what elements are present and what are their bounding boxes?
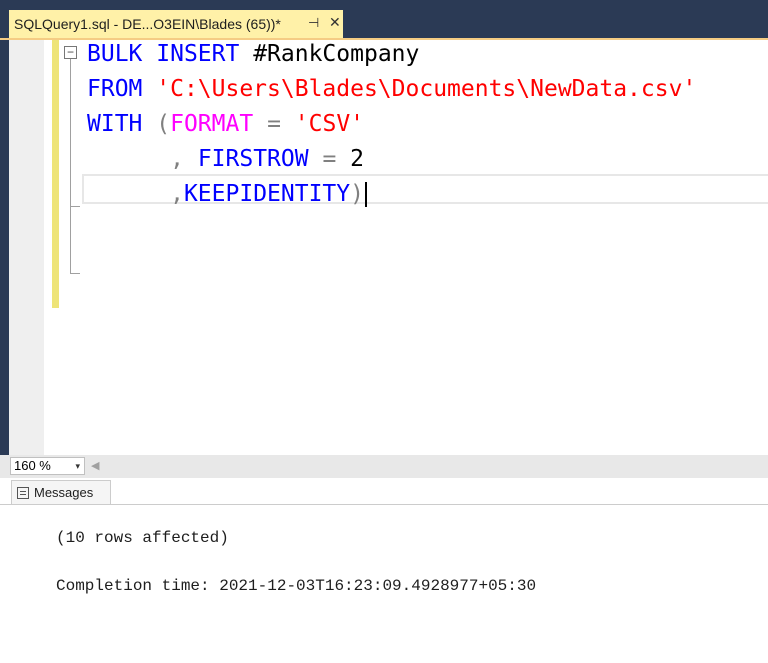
outline-tick (70, 273, 80, 274)
rows-affected-message: (10 rows affected) (56, 529, 229, 547)
code-line: BULK INSERT #RankCompany (87, 40, 696, 75)
document-tab[interactable]: SQLQuery1.sql - DE...O3EIN\Blades (65))*… (9, 10, 343, 38)
messages-pane[interactable]: (10 rows affected) Completion time: 2021… (0, 505, 768, 663)
chevron-down-icon: ▾ (75, 461, 80, 471)
keyword: INSERT (156, 41, 240, 67)
option-keyword: FORMAT (170, 111, 254, 137)
code-line: WITH (FORMAT = 'CSV' (87, 110, 696, 145)
results-tab-bar: Messages (0, 478, 768, 505)
punctuation: , (170, 146, 184, 172)
zoom-dropdown[interactable]: 160 % ▾ (10, 457, 85, 475)
punctuation: = (267, 111, 281, 137)
keyword: WITH (87, 111, 143, 137)
string-literal: 'CSV' (294, 111, 365, 137)
keyword: FROM (87, 76, 143, 102)
tab-messages[interactable]: Messages (11, 480, 111, 504)
identifier: #RankCompany (239, 41, 420, 67)
text-caret (364, 182, 367, 207)
punctuation: ( (156, 111, 171, 137)
punctuation: ) (350, 181, 364, 207)
tab-messages-label: Messages (34, 485, 94, 500)
editor-gutter (9, 40, 44, 455)
outline-line (70, 59, 71, 274)
collapse-icon[interactable]: − (64, 46, 77, 59)
zoom-value: 160 % (14, 458, 51, 473)
string-literal: 'C:\Users\Blades\Documents\NewData.csv' (156, 76, 697, 102)
messages-icon (17, 486, 29, 499)
code-text[interactable]: BULK INSERT #RankCompany FROM 'C:\Users\… (87, 40, 696, 215)
punctuation: , (170, 181, 184, 207)
document-tab-title: SQLQuery1.sql - DE...O3EIN\Blades (65))* (14, 16, 281, 32)
outline-tick (70, 206, 80, 207)
completion-time-message: Completion time: 2021-12-03T16:23:09.492… (56, 577, 537, 595)
editor-status-strip: 160 % ▾ ◀ (0, 455, 768, 478)
editor-left-border (0, 40, 9, 455)
change-tracking-bar (52, 40, 59, 308)
number-literal: 2 (336, 146, 365, 172)
document-tab-strip: SQLQuery1.sql - DE...O3EIN\Blades (65))*… (0, 0, 768, 40)
close-icon[interactable]: ✕ (329, 14, 341, 31)
keyword: BULK (87, 41, 143, 67)
code-line: FROM 'C:\Users\Blades\Documents\NewData.… (87, 75, 696, 110)
keyword: FIRSTROW (197, 146, 309, 172)
code-line: ,KEEPIDENTITY) (87, 180, 696, 215)
code-line: , FIRSTROW = 2 (87, 145, 696, 180)
punctuation: = (322, 146, 337, 172)
keyword: KEEPIDENTITY (183, 181, 351, 207)
query-editor[interactable]: − BULK INSERT #RankCompany FROM 'C:\User… (0, 40, 768, 455)
scroll-left-icon[interactable]: ◀ (91, 459, 99, 472)
pin-icon[interactable]: ⊣ (308, 15, 319, 31)
